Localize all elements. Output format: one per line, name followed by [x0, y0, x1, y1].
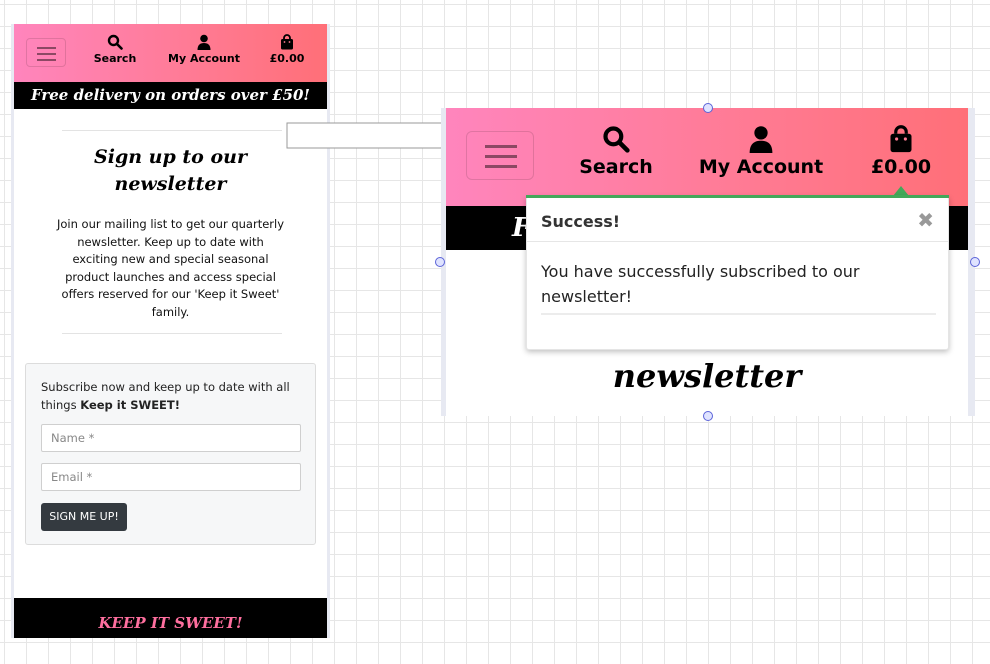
toast-message: You have successfully subscribed to our …: [541, 262, 860, 306]
footer-tagline: KEEP IT SWEET!: [14, 598, 327, 638]
form-intro: Subscribe now and keep up to date with a…: [41, 378, 303, 414]
search-icon: [603, 126, 630, 153]
toast-title: Success!: [541, 212, 621, 231]
newsletter-form: Subscribe now and keep up to date with a…: [25, 363, 316, 545]
sign-me-up-button[interactable]: SIGN ME UP!: [41, 503, 127, 531]
close-icon[interactable]: ✖: [917, 208, 934, 232]
zoomed-basket-total: £0.00: [870, 156, 932, 178]
zoomed-account-label: My Account: [698, 156, 824, 178]
menu-icon: [485, 145, 517, 148]
search-link[interactable]: Search: [93, 34, 137, 65]
search-label: Search: [93, 52, 137, 65]
basket-link[interactable]: £0.00: [265, 34, 309, 65]
account-label: My Account: [168, 52, 240, 65]
user-icon: [197, 34, 211, 50]
zoomed-basket-link[interactable]: £0.00: [866, 125, 936, 178]
mobile-preview-frame: Search My Account £0.00 Free delivery on…: [11, 24, 330, 638]
zoomed-navbar: Search My Account £0.00: [446, 108, 968, 206]
divider: [62, 130, 282, 131]
top-navbar: Search My Account £0.00: [14, 24, 327, 82]
divider: [62, 333, 282, 334]
menu-toggle-button[interactable]: [26, 38, 66, 67]
shopping-bag-icon: [890, 125, 912, 153]
zoomed-search-link[interactable]: Search: [571, 125, 661, 178]
toast-progress: [541, 313, 936, 315]
resize-handle-right[interactable]: [970, 257, 980, 267]
menu-icon-bar: [485, 155, 517, 158]
mobile-page: Search My Account £0.00 Free delivery on…: [14, 24, 327, 638]
basket-total: £0.00: [269, 52, 305, 65]
success-toast: Success! ✖ You have successfully subscri…: [526, 196, 949, 350]
menu-icon-bar: [485, 165, 517, 168]
zoomed-signup-title: newsletter: [612, 357, 802, 395]
menu-icon: [37, 47, 56, 49]
menu-icon-bar: [37, 59, 56, 61]
form-intro-brand: Keep it SWEET!: [80, 398, 180, 412]
zoomed-account-link[interactable]: My Account: [696, 125, 826, 178]
email-field[interactable]: Email *: [41, 463, 301, 491]
resize-handle-bottom[interactable]: [703, 411, 713, 421]
toast-accent-bar: [526, 195, 949, 198]
menu-icon-bar: [37, 53, 56, 55]
signup-description: Join our mailing list to get our quarter…: [56, 217, 285, 319]
promo-banner: Free delivery on orders over £50!: [14, 82, 327, 109]
shopping-bag-icon: [281, 34, 293, 50]
zoomed-search-label: Search: [579, 156, 653, 178]
resize-handle-top[interactable]: [703, 103, 713, 113]
signup-title: Sign up to our newsletter: [94, 146, 247, 195]
zoomed-menu-toggle-button[interactable]: [466, 131, 534, 180]
user-icon: [749, 126, 773, 153]
search-icon: [107, 34, 123, 50]
resize-handle-left[interactable]: [435, 257, 445, 267]
toast-header: Success! ✖: [527, 200, 948, 242]
account-link[interactable]: My Account: [164, 34, 244, 65]
name-field[interactable]: Name *: [41, 424, 301, 452]
